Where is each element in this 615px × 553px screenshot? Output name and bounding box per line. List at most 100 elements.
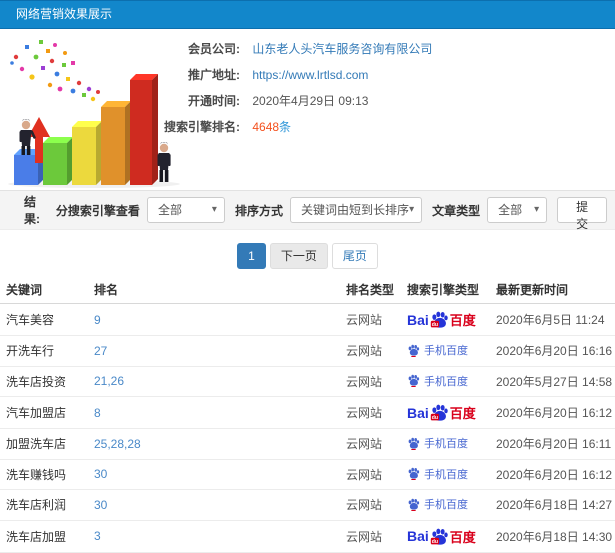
rank-link[interactable]: 3: [90, 520, 342, 553]
table-row: 洗车店加盟 3 云网站 Bai du 百度 2020年6月18日 14:30: [0, 520, 615, 553]
keyword-cell: 汽车加盟店: [0, 396, 90, 429]
engine-select[interactable]: 全部: [146, 197, 225, 223]
rank-type-cell: 云网站: [342, 366, 403, 397]
col-header-rank: 排名: [90, 276, 342, 304]
rank-type-cell: 云网站: [342, 303, 403, 336]
update-time-cell: 2020年6月20日 16:12: [492, 396, 615, 429]
info-section: 会员公司: 山东老人头汽车服务咨询有限公司 推广地址: https://www.…: [0, 29, 615, 190]
mobile-baidu-logo: 手机百度: [407, 373, 468, 389]
rank-link[interactable]: 21,26: [90, 366, 342, 397]
keyword-cell: 洗车店加盟: [0, 520, 90, 553]
sort-filter-label: 排序方式: [234, 203, 283, 218]
svg-text:du: du: [432, 539, 438, 545]
engine-cell: 手机百度: [403, 428, 492, 460]
engine-filter-label: 分搜索引擎查看: [55, 203, 140, 218]
keyword-cell: 加盟洗车店: [0, 428, 90, 460]
table-header-row: 关键词 排名 排名类型 搜索引擎类型 最新更新时间: [0, 276, 615, 304]
mobile-baidu-logo: 手机百度: [407, 466, 468, 482]
baidu-paw-icon: du: [430, 404, 448, 421]
table-row: 洗车店利润 30 云网站 手机百度 2020年6月18日 14:27: [0, 489, 615, 521]
mobile-baidu-paw-icon: [408, 344, 420, 357]
table-row: 洗车店投资 21,26 云网站 手机百度 2020年5月27日 14:58: [0, 366, 615, 397]
rank-link[interactable]: 27: [90, 335, 342, 367]
article-type-select[interactable]: 全部: [487, 197, 548, 223]
update-time-cell: 2020年6月20日 16:12: [492, 459, 615, 490]
page-current[interactable]: 1: [237, 243, 266, 269]
table-row: 洗车赚钱吗 30 云网站 手机百度 2020年6月20日 16:12: [0, 459, 615, 490]
page-last-button[interactable]: 尾页: [331, 243, 378, 269]
promo-url-link[interactable]: https://www.lrtlsd.com: [252, 68, 368, 82]
keyword-cell: 汽车美容: [0, 303, 90, 336]
baidu-logo: Bai du 百度: [407, 404, 476, 422]
keyword-cell: 开洗车行: [0, 335, 90, 367]
open-time-value: 2020年4月29日 09:13: [252, 94, 369, 108]
mobile-baidu-logo: 手机百度: [407, 435, 468, 451]
update-time-cell: 2020年5月27日 14:58: [492, 366, 615, 397]
keyword-cell: 洗车店利润: [0, 489, 90, 521]
update-time-cell: 2020年6月20日 16:11: [492, 428, 615, 460]
rank-link[interactable]: 9: [90, 303, 342, 336]
rank-type-cell: 云网站: [342, 396, 403, 429]
sort-select[interactable]: 关键词由短到长排序: [289, 197, 423, 223]
rank-type-cell: 云网站: [342, 489, 403, 521]
rank-type-cell: 云网站: [342, 335, 403, 367]
col-header-rank-type: 排名类型: [342, 276, 403, 304]
table-row: 汽车美容 9 云网站 Bai du 百度 2020年6月5日 11:24: [0, 303, 615, 336]
baidu-logo: Bai du 百度: [407, 311, 476, 329]
rank-count-unit: 条: [279, 120, 292, 134]
svg-text:du: du: [432, 415, 438, 421]
confetti-dots: [10, 40, 100, 102]
mobile-baidu-paw-icon: [408, 437, 420, 450]
submit-button[interactable]: 提交: [557, 197, 607, 231]
results-table: 关键词 排名 排名类型 搜索引擎类型 最新更新时间 汽车美容 9 云网站 Bai…: [0, 276, 615, 553]
update-time-cell: 2020年6月20日 16:16: [492, 335, 615, 367]
mobile-baidu-paw-icon: [408, 467, 420, 480]
rank-link[interactable]: 25,28,28: [90, 428, 342, 460]
baidu-paw-icon: du: [430, 528, 448, 545]
page-title-bar: 网络营销效果展示: [0, 0, 615, 29]
rank-link[interactable]: 30: [90, 489, 342, 521]
baidu-logo: Bai du 百度: [407, 528, 476, 545]
engine-cell: Bai du 百度: [403, 520, 492, 553]
page-next-button[interactable]: 下一页: [269, 243, 328, 269]
mobile-baidu-logo: 手机百度: [407, 342, 468, 358]
table-row: 加盟洗车店 25,28,28 云网站 手机百度 2020年6月20日 16:11: [0, 428, 615, 460]
mobile-baidu-paw-icon: [408, 374, 420, 387]
engine-cell: Bai du 百度: [403, 396, 492, 429]
article-type-label: 文章类型: [432, 203, 481, 218]
keyword-cell: 洗车赚钱吗: [0, 459, 90, 490]
mobile-baidu-paw-icon: [408, 498, 420, 511]
baidu-paw-icon: du: [430, 311, 448, 328]
table-body: 汽车美容 9 云网站 Bai du 百度 2020年6月5日 11:24 开洗车…: [0, 303, 615, 553]
rank-type-cell: 云网站: [342, 428, 403, 460]
mobile-baidu-logo: 手机百度: [407, 496, 468, 512]
engine-cell: 手机百度: [403, 366, 492, 397]
keyword-cell: 洗车店投资: [0, 366, 90, 397]
engine-cell: 手机百度: [403, 459, 492, 490]
rank-type-cell: 云网站: [342, 520, 403, 553]
filter-controls: 分搜索引擎查看 全部 排序方式 关键词由短到长排序 文章类型 全部 提交: [46, 197, 607, 231]
rank-link[interactable]: 8: [90, 396, 342, 429]
svg-text:du: du: [432, 322, 438, 328]
col-header-engine-type: 搜索引擎类型: [403, 276, 492, 304]
pagination: 1 下一页 尾页: [0, 243, 615, 269]
table-row: 汽车加盟店 8 云网站 Bai du 百度 2020年6月20日 16:12: [0, 396, 615, 429]
update-time-cell: 2020年6月18日 14:30: [492, 520, 615, 553]
col-header-keyword: 关键词: [0, 276, 90, 304]
marketing-bar-chart-illustration: [8, 40, 180, 188]
rank-link[interactable]: 30: [90, 459, 342, 490]
update-time-cell: 2020年6月18日 14:27: [492, 489, 615, 521]
rank-count-value: 4648: [252, 120, 280, 134]
col-header-update-time: 最新更新时间: [492, 276, 615, 304]
result-label: 结果:: [24, 195, 40, 226]
rank-type-cell: 云网站: [342, 459, 403, 490]
update-time-cell: 2020年6月5日 11:24: [492, 303, 615, 336]
filter-bar: 结果: 分搜索引擎查看 全部 排序方式 关键词由短到长排序 文章类型 全部 提交: [0, 190, 615, 231]
table-row: 开洗车行 27 云网站 手机百度 2020年6月20日 16:16: [0, 335, 615, 367]
page-title: 网络营销效果展示: [16, 7, 113, 21]
businessman-right: [157, 142, 171, 182]
company-link[interactable]: 山东老人头汽车服务咨询有限公司: [252, 42, 432, 56]
engine-cell: 手机百度: [403, 489, 492, 521]
engine-cell: 手机百度: [403, 335, 492, 367]
engine-cell: Bai du 百度: [403, 303, 492, 336]
